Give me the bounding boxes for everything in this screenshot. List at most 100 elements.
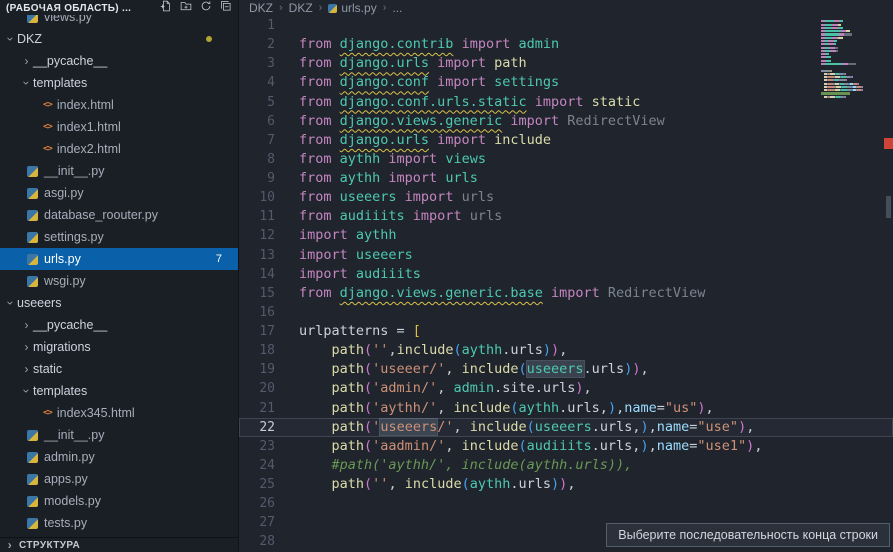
minimap-line (821, 83, 883, 85)
tree-item--pycache-[interactable]: ›__pycache__ (0, 50, 238, 72)
overview-ruler[interactable] (884, 0, 893, 552)
line-number: 10 (239, 188, 275, 207)
breadcrumb-separator: › (383, 2, 387, 14)
code-line-8[interactable]: 8from aythh import views (239, 150, 893, 169)
code-line-6[interactable]: 6from django.views.generic import Redire… (239, 112, 893, 131)
minimap[interactable] (821, 17, 883, 109)
breadcrumb-item[interactable]: DKZ (289, 1, 313, 15)
code-line-21[interactable]: 21 path('aythh/', include(aythh.urls,),n… (239, 399, 893, 418)
scrollbar-thumb[interactable] (886, 196, 891, 218)
new-file-icon[interactable] (160, 0, 172, 17)
chevron-down-icon: › (21, 77, 33, 90)
tree-item-settings-py[interactable]: settings.py (0, 226, 238, 248)
tree-item-admin-py[interactable]: admin.py (0, 446, 238, 468)
tree-item-templates[interactable]: ›templates (0, 380, 238, 402)
line-number: 2 (239, 35, 275, 54)
file-tree: views.py›DKZ›__pycache__›templates<>inde… (0, 6, 238, 534)
code-line-16[interactable]: 16 (239, 303, 893, 322)
tree-item-useeers[interactable]: ›useeers (0, 292, 238, 314)
tree-item--init-py[interactable]: __init__.py (0, 424, 238, 446)
tree-item-index345-html[interactable]: <>index345.html (0, 402, 238, 424)
code-line-14[interactable]: 14import audiiits (239, 265, 893, 284)
code-line-1[interactable]: 1 (239, 16, 893, 35)
tree-item-asgi-py[interactable]: asgi.py (0, 182, 238, 204)
tree-item-index-html[interactable]: <>index.html (0, 94, 238, 116)
code-line-5[interactable]: 5from django.conf.urls.static import sta… (239, 93, 893, 112)
line-number: 4 (239, 73, 275, 92)
tree-item-migrations[interactable]: ›migrations (0, 336, 238, 358)
minimap-line (821, 24, 883, 26)
tree-item-tests-py[interactable]: tests.py (0, 512, 238, 534)
minimap-line (821, 99, 883, 101)
tree-item-label: index345.html (57, 406, 135, 420)
line-content: from django.conf import settings (275, 73, 893, 92)
tree-item-label: static (33, 362, 62, 376)
line-number: 19 (239, 360, 275, 379)
line-number: 28 (239, 532, 275, 551)
code-line-23[interactable]: 23 path('aadmin/', include(audiiits.urls… (239, 437, 893, 456)
py-file-icon (27, 474, 38, 485)
code-line-11[interactable]: 11from audiiits import urls (239, 207, 893, 226)
code-line-22[interactable]: 22 path('useeers/', include(useeers.urls… (239, 418, 893, 437)
breadcrumb: DKZ›DKZ›urls.py›... (239, 0, 893, 16)
py-file-icon (328, 4, 337, 13)
minimap-line (821, 70, 883, 72)
tree-item-wsgi-py[interactable]: wsgi.py (0, 270, 238, 292)
line-number: 11 (239, 207, 275, 226)
chevron-right-icon: › (20, 319, 33, 331)
breadcrumb-item[interactable]: DKZ (249, 1, 273, 15)
code-line-7[interactable]: 7from django.urls import include (239, 131, 893, 150)
code-line-19[interactable]: 19 path('useeer/', include(useeers.urls)… (239, 360, 893, 379)
refresh-icon[interactable] (200, 0, 212, 17)
py-file-icon (27, 518, 38, 529)
code-line-26[interactable]: 26 (239, 494, 893, 513)
minimap-line (821, 63, 883, 65)
breadcrumb-item[interactable]: urls.py (328, 1, 376, 15)
collapse-all-icon[interactable] (220, 0, 232, 17)
new-folder-icon[interactable] (180, 0, 192, 17)
line-number: 17 (239, 322, 275, 341)
code-line-17[interactable]: 17urlpatterns = [ (239, 322, 893, 341)
code-line-25[interactable]: 25 path('', include(aythh.urls)), (239, 475, 893, 494)
code-line-2[interactable]: 2from django.contrib import admin (239, 35, 893, 54)
tree-item-index1-html[interactable]: <>index1.html (0, 116, 238, 138)
breadcrumb-item[interactable]: ... (392, 1, 402, 15)
line-number: 9 (239, 169, 275, 188)
tree-item-models-py[interactable]: models.py (0, 490, 238, 512)
breadcrumb-label: DKZ (289, 1, 313, 15)
line-content: from audiiits import urls (275, 207, 893, 226)
outline-section-header[interactable]: › СТРУКТУРА (0, 537, 238, 552)
line-content: import useeers (275, 246, 893, 265)
tree-item-dkz[interactable]: ›DKZ (0, 28, 238, 50)
tree-item-label: useeers (17, 296, 61, 310)
line-number: 7 (239, 131, 275, 150)
tree-item-apps-py[interactable]: apps.py (0, 468, 238, 490)
code-line-9[interactable]: 9from aythh import urls (239, 169, 893, 188)
tree-item--pycache-[interactable]: ›__pycache__ (0, 314, 238, 336)
line-content: from django.views.generic.base import Re… (275, 284, 893, 303)
code-line-10[interactable]: 10from useeers import urls (239, 188, 893, 207)
tree-item-database-roouter-py[interactable]: database_roouter.py (0, 204, 238, 226)
tree-item-urls-py[interactable]: urls.py7 (0, 248, 238, 270)
tree-item-static[interactable]: ›static (0, 358, 238, 380)
tree-item--init-py[interactable]: __init__.py (0, 160, 238, 182)
code-line-18[interactable]: 18 path('',include(aythh.urls)), (239, 341, 893, 360)
line-number: 24 (239, 456, 275, 475)
code-line-13[interactable]: 13import useeers (239, 246, 893, 265)
code-line-4[interactable]: 4from django.conf import settings (239, 73, 893, 92)
code-area[interactable]: 12from django.contrib import admin3from … (239, 16, 893, 552)
py-file-icon (27, 496, 38, 507)
tree-item-templates[interactable]: ›templates (0, 72, 238, 94)
code-line-12[interactable]: 12import aythh (239, 226, 893, 245)
code-line-24[interactable]: 24 #path('aythh/', include(aythh.urls)), (239, 456, 893, 475)
minimap-line (821, 50, 883, 52)
code-line-20[interactable]: 20 path('admin/', admin.site.urls), (239, 379, 893, 398)
code-line-3[interactable]: 3from django.urls import path (239, 54, 893, 73)
minimap-line (821, 106, 883, 108)
tree-item-index2-html[interactable]: <>index2.html (0, 138, 238, 160)
code-line-15[interactable]: 15from django.views.generic.base import … (239, 284, 893, 303)
line-number: 25 (239, 475, 275, 494)
tree-item-label: index2.html (57, 142, 121, 156)
minimap-line (821, 102, 883, 104)
eol-tooltip: Выберите последовательность конца строки (606, 523, 890, 547)
